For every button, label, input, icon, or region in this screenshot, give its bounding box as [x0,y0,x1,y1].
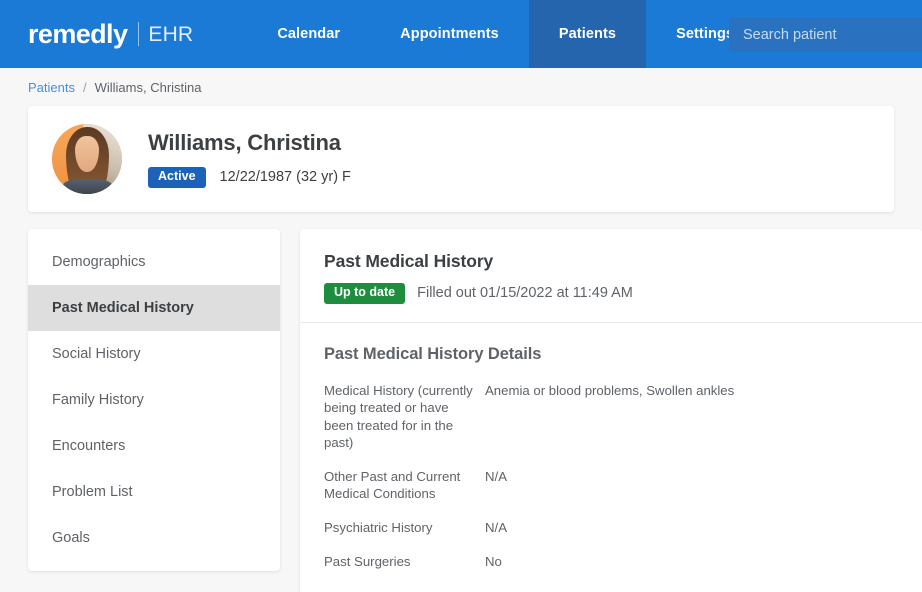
field-label: Psychiatric History [324,519,485,537]
patient-info: Williams, Christina Active 12/22/1987 (3… [148,130,351,187]
sidebar-item-problem-list[interactable]: Problem List [28,469,280,515]
patient-header-card: Williams, Christina Active 12/22/1987 (3… [28,106,894,212]
content-area: Demographics Past Medical History Social… [0,229,922,592]
breadcrumb-separator: / [83,80,87,95]
patient-section-menu: Demographics Past Medical History Social… [28,229,280,571]
status-badge: Active [148,167,206,188]
sidebar-item-demographics[interactable]: Demographics [28,239,280,285]
nav-item-label: Patients [559,26,616,42]
sidebar-item-label: Family History [52,392,144,408]
field-row-psychiatric-history: Psychiatric History N/A [324,519,898,537]
sidebar-item-family-history[interactable]: Family History [28,377,280,423]
panel-status-row: Up to date Filled out 01/15/2022 at 11:4… [324,283,898,304]
patient-dob: 12/22/1987 (32 yr) F [220,169,351,185]
filled-out-text: Filled out 01/15/2022 at 11:49 AM [417,285,633,301]
brand-name: remedly [28,21,127,48]
section-title: Past Medical History Details [324,345,898,364]
breadcrumb: Patients / Williams, Christina [0,68,922,106]
field-row-other-conditions: Other Past and Current Medical Condition… [324,468,898,503]
avatar [52,124,122,194]
field-row-medical-history: Medical History (currently being treated… [324,382,898,452]
page-title: Williams, Christina [148,130,351,156]
brand-logo[interactable]: remedly EHR [0,0,203,68]
up-to-date-badge: Up to date [324,283,405,304]
past-medical-history-panel: Past Medical History Up to date Filled o… [300,229,922,592]
field-label: Medical History (currently being treated… [324,382,485,452]
nav-item-label: Appointments [400,26,499,42]
sidebar-item-label: Social History [52,346,141,362]
brand-divider [138,22,139,46]
field-row-past-surgeries: Past Surgeries No [324,553,898,571]
sidebar-item-encounters[interactable]: Encounters [28,423,280,469]
panel-title: Past Medical History [324,251,898,272]
field-label: Past Surgeries [324,553,485,571]
nav-item-appointments[interactable]: Appointments [370,0,529,68]
top-navigation-bar: remedly EHR Calendar Appointments Patien… [0,0,922,68]
panel-header: Past Medical History Up to date Filled o… [300,229,922,322]
nav-item-patients[interactable]: Patients [529,0,646,68]
field-label: Other Past and Current Medical Condition… [324,468,485,503]
nav-item-label: Calendar [277,26,340,42]
sidebar-item-label: Past Medical History [52,300,194,316]
sidebar-item-label: Encounters [52,438,125,454]
patient-meta: Active 12/22/1987 (32 yr) F [148,167,351,188]
nav-item-calendar[interactable]: Calendar [247,0,370,68]
patient-search-box[interactable] [729,17,922,52]
field-value: No [485,553,502,571]
avatar-torso [63,179,112,194]
field-value: N/A [485,519,507,537]
breadcrumb-current: Williams, Christina [95,80,202,95]
breadcrumb-link-patients[interactable]: Patients [28,80,75,95]
sidebar-item-goals[interactable]: Goals [28,515,280,561]
field-value: N/A [485,468,507,503]
nav-item-label: Settings [676,26,734,42]
sidebar-item-label: Goals [52,530,90,546]
sidebar-item-past-medical-history[interactable]: Past Medical History [28,285,280,331]
field-value: Anemia or blood problems, Swollen ankles [485,382,734,452]
sidebar-item-label: Problem List [52,484,133,500]
nav-items: Calendar Appointments Patients Settings [247,0,764,68]
sidebar-item-label: Demographics [52,254,146,270]
brand-subtitle: EHR [148,24,193,45]
sidebar-item-social-history[interactable]: Social History [28,331,280,377]
panel-body: Past Medical History Details Medical His… [300,323,922,592]
search-input[interactable] [743,27,922,43]
